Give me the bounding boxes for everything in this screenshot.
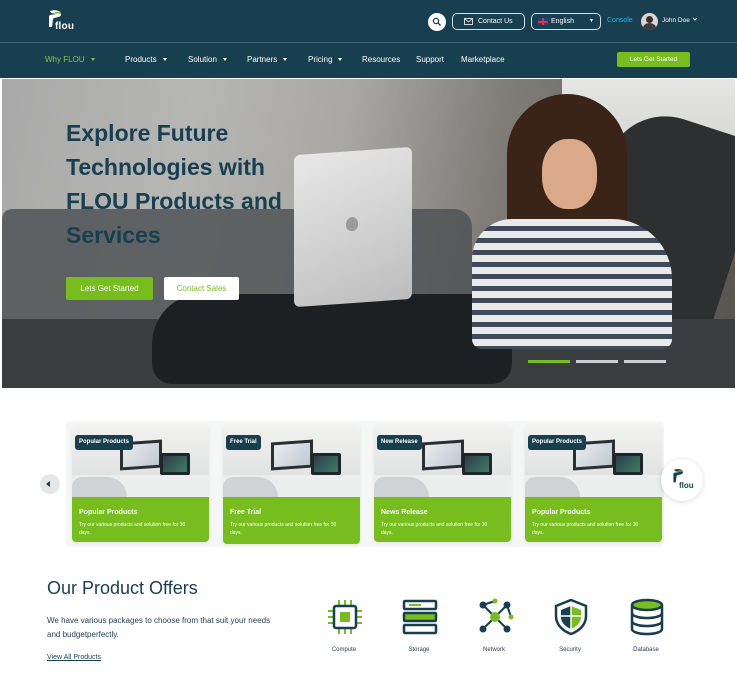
offer-database[interactable]: Database	[616, 598, 676, 658]
search-icon	[432, 17, 441, 26]
offer-label: Database	[633, 647, 659, 653]
card-badge: Free Trial	[226, 435, 261, 450]
contact-sales-button[interactable]: Contact Sales	[164, 277, 239, 300]
uk-flag-icon	[538, 18, 548, 25]
hero-person-shirt	[472, 219, 672, 349]
offer-label: Network	[482, 647, 505, 653]
offer-label: Security	[559, 647, 581, 653]
storage-icon	[402, 599, 438, 635]
top-bar: flou Contact Us English ▼ Console John D…	[0, 0, 737, 42]
card-description: Try our various products and solution fr…	[79, 522, 186, 536]
console-link[interactable]: Console	[607, 17, 633, 24]
card-title: Free Trial	[230, 509, 262, 516]
card-badge: New Release	[377, 435, 422, 450]
card-badge: Popular Products	[528, 435, 587, 450]
nav-item-partners[interactable]: Partners	[247, 55, 288, 64]
promo-card[interactable]: Free Trial Free Trial Try our various pr…	[223, 425, 360, 544]
avatar[interactable]	[641, 13, 658, 30]
flou-logo[interactable]: flou	[46, 9, 78, 35]
language-label: English	[551, 18, 574, 25]
main-nav: Why FLOU Products Solution Partners Pric…	[0, 42, 737, 78]
card-image: Free Trial	[223, 425, 360, 497]
user-name[interactable]: John Doe	[662, 17, 690, 24]
section-title: Our Product Offers	[47, 578, 198, 598]
nav-item-products[interactable]: Products	[125, 55, 167, 64]
chevron-down-icon	[90, 58, 95, 61]
chat-logo-text: flou	[679, 481, 694, 490]
database-icon	[630, 598, 664, 636]
card-description: Try our various products and solution fr…	[381, 522, 488, 536]
nav-item-pricing[interactable]: Pricing	[308, 55, 343, 64]
laptop-logo-icon	[346, 216, 358, 232]
card-description: Try our various products and solution fr…	[532, 522, 639, 536]
network-icon	[479, 598, 514, 633]
card-title: News Release	[381, 509, 428, 516]
get-started-nav-button[interactable]: Lets Get Started	[617, 52, 690, 67]
card-title: Popular Products	[532, 509, 591, 516]
chevron-down-icon[interactable]	[692, 16, 698, 22]
offer-security[interactable]: Security	[540, 598, 600, 658]
card-image: Popular Products	[72, 425, 209, 497]
chat-widget-button[interactable]: flou	[661, 459, 703, 501]
view-all-products-link[interactable]: View All Products	[47, 654, 101, 661]
nav-item-why-flou[interactable]: Why FLOU	[45, 55, 95, 64]
contact-us-button[interactable]: Contact Us	[452, 13, 525, 30]
nav-item-resources[interactable]: Resources	[362, 55, 400, 64]
offer-compute[interactable]: Compute	[314, 598, 374, 658]
chevron-down-icon	[283, 58, 288, 61]
card-badge: Popular Products	[75, 435, 134, 450]
hero-person-face	[542, 139, 597, 209]
chevron-down-icon: ▼	[589, 18, 594, 24]
mail-icon	[464, 18, 473, 25]
shield-icon	[554, 598, 588, 636]
hero-title: Explore Future Technologies with FLOU Pr…	[66, 120, 282, 248]
offer-network[interactable]: Network	[464, 598, 524, 658]
card-image: Popular Products	[525, 425, 662, 497]
carousel-prev-button[interactable]	[40, 474, 60, 494]
card-image: New Release	[374, 425, 511, 497]
section-description: We have various packages to choose from …	[47, 616, 271, 639]
slider-dot-3[interactable]	[624, 360, 666, 363]
offer-label: Compute	[331, 647, 357, 653]
slider-dot-1[interactable]	[528, 360, 570, 363]
chevron-down-icon	[222, 58, 227, 61]
nav-item-marketplace[interactable]: Marketplace	[461, 55, 505, 64]
logo-text: flou	[55, 21, 75, 32]
offer-label: Storage	[408, 647, 430, 653]
slider-dot-2[interactable]	[576, 360, 618, 363]
nav-item-support[interactable]: Support	[416, 55, 444, 64]
promo-card[interactable]: New Release News Release Try our various…	[374, 425, 511, 542]
card-title: Popular Products	[79, 509, 138, 516]
chevron-down-icon	[162, 58, 167, 61]
hero-person-legs	[152, 294, 512, 384]
card-description: Try our various products and solution fr…	[230, 522, 337, 536]
promo-card[interactable]: Popular Products Popular Products Try ou…	[525, 425, 662, 542]
chevron-down-icon	[338, 58, 343, 61]
language-select[interactable]: English ▼	[531, 13, 601, 30]
hero-banner: Explore Future Technologies with FLOU Pr…	[2, 79, 735, 388]
chip-icon	[328, 600, 362, 634]
lets-get-started-button[interactable]: Lets Get Started	[66, 277, 153, 300]
nav-item-solution[interactable]: Solution	[188, 55, 227, 64]
offer-storage[interactable]: Storage	[389, 598, 449, 658]
promo-card[interactable]: Popular Products Popular Products Try ou…	[72, 425, 209, 542]
search-button[interactable]	[428, 13, 446, 31]
contact-us-label: Contact Us	[478, 18, 513, 25]
